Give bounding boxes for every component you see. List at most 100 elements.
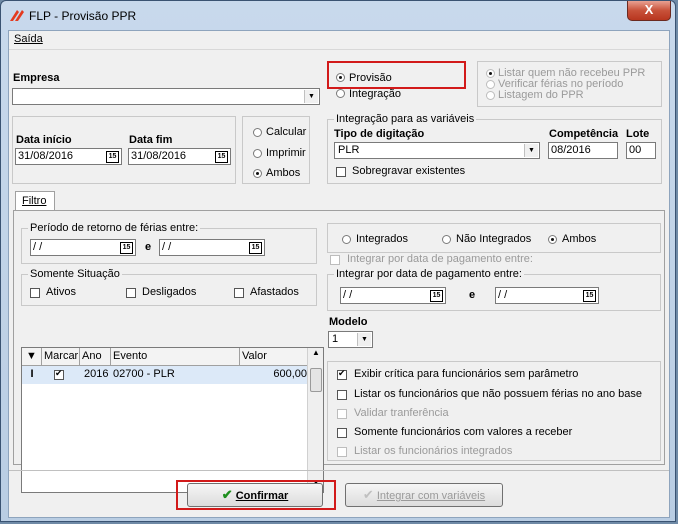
pagamento-ate-field[interactable]: / / 15: [495, 287, 599, 304]
radio-integrados[interactable]: [342, 235, 351, 244]
tipo-digitacao-label: Tipo de digitação: [334, 128, 425, 140]
pagamento-de-field[interactable]: / / 15: [340, 287, 446, 304]
chevron-down-icon[interactable]: ▼: [524, 144, 538, 157]
afastados-label: Afastados: [250, 286, 299, 298]
table-row[interactable]: I 2016 02700 - PLR 600,00: [22, 366, 309, 384]
periodo-ferias-group: Período de retorno de férias entre: / / …: [21, 222, 317, 264]
imprimir-label: Imprimir: [266, 147, 306, 159]
periodo-ate-value: / /: [162, 241, 172, 253]
radio-integrados-ambos[interactable]: [548, 235, 557, 244]
col-marcar[interactable]: Marcar: [42, 348, 80, 365]
integrados-ambos-label: Ambos: [562, 233, 597, 245]
desligados-checkbox[interactable]: [126, 288, 136, 298]
radio-calcular[interactable]: [253, 128, 262, 137]
sobregravar-checkbox[interactable]: [336, 167, 346, 177]
listar-integrados-label: Listar os funcionários integrados: [354, 445, 513, 457]
integrados-label: Integrados: [356, 233, 408, 245]
highlight-provisao: [327, 61, 466, 89]
modelo-combo[interactable]: 1 ▼: [328, 331, 373, 348]
periodo-ate-field[interactable]: / / 15: [159, 239, 265, 256]
ambos-label: Ambos: [266, 167, 301, 179]
tipo-digitacao-value: PLR: [338, 144, 360, 156]
modelo-label: Modelo: [329, 316, 368, 328]
integrados-filter-group: Integrados Não Integrados Ambos: [327, 223, 661, 253]
somente-valores-label: Somente funcionários com valores a receb…: [354, 426, 573, 438]
report-options-group: Listar quem não recebeu PPR Verificar fé…: [477, 61, 662, 107]
lote-label: Lote: [626, 128, 650, 140]
radio-verificar-ferias[interactable]: [486, 80, 495, 89]
integracao-variaveis-group: Integração para as variáveis Tipo de dig…: [327, 113, 662, 184]
data-fim-label: Data fim: [129, 134, 173, 146]
integrar-pagamento-checkbox[interactable]: [330, 255, 340, 265]
situacao-group: Somente Situação Ativos Desligados Afast…: [21, 268, 317, 306]
highlight-confirmar: [176, 480, 336, 510]
close-button[interactable]: X: [627, 1, 671, 21]
radio-ambos[interactable]: [253, 169, 262, 178]
option-listagem-ppr: Listagem do PPR: [498, 89, 584, 101]
listar-sem-ferias-checkbox[interactable]: [337, 390, 347, 400]
integrar-variaveis-label: Integrar com variáveis: [376, 490, 486, 502]
scroll-thumb[interactable]: [310, 368, 322, 392]
periodo-ferias-title: Período de retorno de férias entre:: [28, 222, 201, 234]
grid-menu-icon[interactable]: ▼: [22, 348, 42, 365]
pagamento-ate-value: / /: [498, 289, 508, 301]
col-ano[interactable]: Ano: [80, 348, 111, 365]
calendar-icon[interactable]: 15: [120, 242, 133, 254]
data-fim-field[interactable]: 31/08/2016 15: [128, 148, 231, 165]
acao-group: Calcular Imprimir Ambos: [242, 116, 310, 184]
periodo-e-label: e: [145, 241, 152, 253]
validar-transferencia-label: Validar tranferência: [354, 407, 449, 419]
integrar-pagamento-check-label: Integrar por data de pagamento entre:: [347, 253, 533, 265]
calendar-icon[interactable]: 15: [106, 151, 119, 163]
listar-sem-ferias-label: Listar os funcionários que não possuem f…: [354, 388, 643, 400]
menu-saida[interactable]: Saída: [14, 33, 43, 45]
tipo-digitacao-combo[interactable]: PLR ▼: [334, 142, 540, 159]
radio-integracao[interactable]: [336, 89, 345, 98]
exibir-critica-label: Exibir crítica para funcionários sem par…: [354, 368, 579, 380]
calcular-label: Calcular: [266, 126, 307, 138]
exibir-critica-checkbox[interactable]: [337, 368, 347, 380]
radio-listagem-ppr[interactable]: [486, 91, 495, 100]
data-fim-value: 31/08/2016: [131, 150, 187, 162]
nao-integrados-label: Não Integrados: [456, 233, 532, 245]
scroll-up-icon[interactable]: ▲: [312, 348, 320, 357]
integracao-label: Integração: [349, 88, 401, 100]
row-indicator: I: [30, 368, 34, 380]
competencia-label: Competência: [549, 128, 619, 140]
listar-integrados-checkbox[interactable]: [337, 447, 347, 457]
competencia-field[interactable]: 08/2016: [548, 142, 618, 159]
empresa-combo[interactable]: ▼: [12, 88, 320, 105]
row-marcar-checkbox[interactable]: [54, 368, 64, 380]
lote-field[interactable]: 00: [626, 142, 656, 159]
col-evento[interactable]: Evento: [111, 348, 240, 365]
col-valor[interactable]: Valor: [240, 348, 309, 365]
situacao-title: Somente Situação: [28, 268, 122, 280]
window-title: FLP - Provisão PPR: [29, 9, 137, 23]
chevron-down-icon[interactable]: ▼: [357, 333, 371, 346]
radio-listar-nao-recebeu[interactable]: [486, 69, 495, 78]
afastados-checkbox[interactable]: [234, 288, 244, 298]
calendar-icon[interactable]: 15: [215, 151, 228, 163]
title-bar: FLP - Provisão PPR X: [1, 1, 675, 30]
competencia-value: 08/2016: [551, 144, 591, 156]
radio-imprimir[interactable]: [253, 149, 262, 158]
client-area: Saída Empresa ▼ Provisão Integração List…: [8, 30, 670, 518]
somente-valores-checkbox[interactable]: [337, 428, 347, 438]
integrar-variaveis-button[interactable]: ✔ Integrar com variáveis: [345, 483, 503, 507]
chevron-down-icon[interactable]: ▼: [304, 90, 318, 103]
tab-filtro[interactable]: Filtro: [15, 191, 55, 211]
periodo-de-field[interactable]: / / 15: [30, 239, 136, 256]
data-inicio-label: Data início: [16, 134, 72, 146]
data-inicio-field[interactable]: 31/08/2016 15: [15, 148, 122, 165]
desligados-label: Desligados: [142, 286, 197, 298]
data-inicio-value: 31/08/2016: [18, 150, 74, 162]
radio-nao-integrados[interactable]: [442, 235, 451, 244]
ativos-checkbox[interactable]: [30, 288, 40, 298]
validar-transferencia-checkbox[interactable]: [337, 409, 347, 419]
row-valor: 600,00: [273, 368, 307, 380]
calendar-icon[interactable]: 15: [249, 242, 262, 254]
menu-bar: Saída: [9, 31, 669, 50]
calendar-icon[interactable]: 15: [430, 290, 443, 302]
pagamento-de-value: / /: [343, 289, 353, 301]
calendar-icon[interactable]: 15: [583, 290, 596, 302]
